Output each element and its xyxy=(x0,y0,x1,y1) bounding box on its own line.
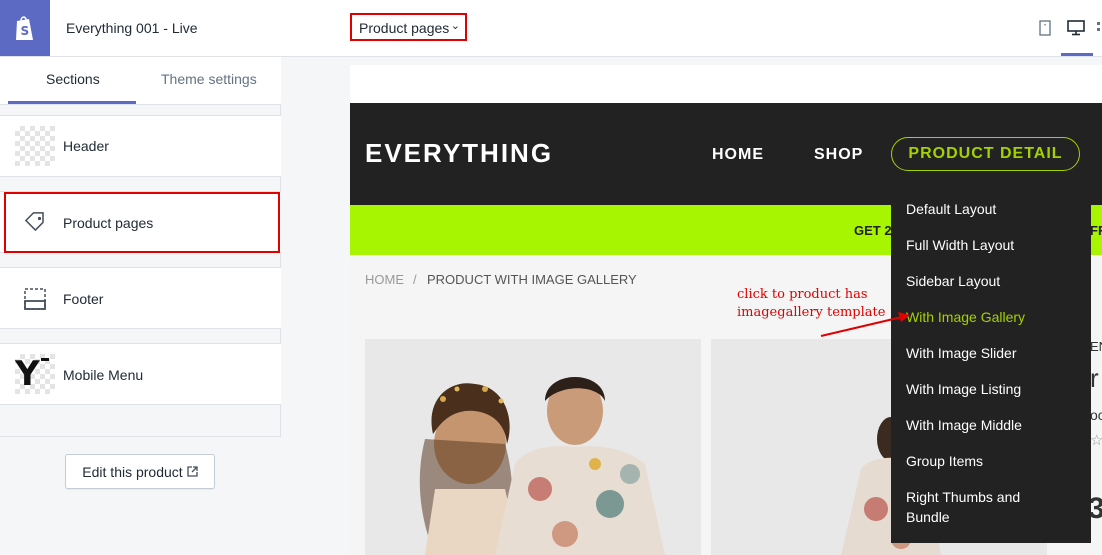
breadcrumb-separator: / xyxy=(413,272,417,287)
section-item-mobile-menu[interactable]: Y Mobile Menu xyxy=(0,343,281,405)
store-header: EVERYTHING HOME SHOP PRODUCT DETAIL xyxy=(350,103,1102,205)
menu-item-full-width-layout[interactable]: Full Width Layout xyxy=(906,235,1014,255)
footer-layout-icon xyxy=(24,288,46,315)
menu-item-with-image-gallery[interactable]: With Image Gallery xyxy=(906,307,1025,327)
annotation-line: click to product has xyxy=(737,287,868,302)
menu-item-sidebar-layout[interactable]: Sidebar Layout xyxy=(906,271,1000,291)
header-thumbnail-icon xyxy=(15,126,55,166)
annotation-arrow-icon xyxy=(820,312,910,337)
editor-sidebar: S Everything 001 - Live Sections Theme s… xyxy=(0,0,281,555)
product-info-fragment: oo xyxy=(1090,407,1102,423)
sidebar-tabs: Sections Theme settings xyxy=(0,57,281,105)
svg-text:S: S xyxy=(21,24,30,38)
section-item-footer[interactable]: Footer xyxy=(0,267,281,329)
section-item-label: Header xyxy=(63,138,109,154)
store-logo[interactable]: EVERYTHING xyxy=(365,138,553,169)
nav-home[interactable]: HOME xyxy=(712,146,764,164)
preview-top-strip xyxy=(350,65,1102,103)
sidebar-header: S Everything 001 - Live xyxy=(0,0,281,57)
shopify-logo-icon[interactable]: S xyxy=(0,0,50,56)
page-selector-label: Product pages xyxy=(359,20,450,36)
section-item-header[interactable]: Header xyxy=(0,115,281,177)
promo-banner-text: GET 2 xyxy=(854,223,892,238)
edit-product-button[interactable]: Edit this product xyxy=(65,454,215,489)
promo-banner-text-right: FR xyxy=(1090,223,1102,238)
page-selector[interactable]: Product pages ⌄ xyxy=(350,13,467,41)
edit-product-label: Edit this product xyxy=(82,463,183,480)
chevron-down-icon: ⌄ xyxy=(450,20,460,32)
section-item-label: Mobile Menu xyxy=(63,367,144,383)
external-link-icon xyxy=(187,464,198,480)
store-name: Everything 001 - Live xyxy=(66,20,198,36)
active-tab-indicator xyxy=(8,101,136,104)
section-item-label: Footer xyxy=(63,291,104,307)
fullscreen-icon[interactable] xyxy=(1097,20,1102,41)
mobile-menu-thumbnail-icon: Y xyxy=(15,354,55,394)
breadcrumb-current: PRODUCT WITH IMAGE GALLERY xyxy=(427,272,637,287)
nav-product-detail[interactable]: PRODUCT DETAIL xyxy=(891,137,1080,171)
menu-item-with-image-listing[interactable]: With Image Listing xyxy=(906,379,1021,399)
mobile-icon[interactable] xyxy=(1039,20,1051,41)
product-image-1[interactable] xyxy=(365,339,701,555)
breadcrumb-home[interactable]: HOME xyxy=(365,272,404,287)
nav-shop[interactable]: SHOP xyxy=(814,146,863,164)
menu-item-with-image-slider[interactable]: With Image Slider xyxy=(906,343,1016,363)
menu-item-with-image-middle[interactable]: With Image Middle xyxy=(906,415,1022,435)
star-icon: ☆ xyxy=(1090,432,1102,449)
product-info-fragment: r xyxy=(1090,363,1099,393)
menu-item-right-thumbs-and-bundle[interactable]: Right Thumbs and xyxy=(906,487,1020,507)
active-device-indicator xyxy=(1061,53,1093,56)
desktop-icon[interactable] xyxy=(1067,20,1085,41)
highlight-box xyxy=(4,192,280,253)
menu-item-group-items[interactable]: Group Items xyxy=(906,451,983,471)
menu-item-right-thumbs-and-bundle-line2[interactable]: Bundle xyxy=(906,507,950,527)
product-detail-dropdown: Default Layout Full Width Layout Sidebar… xyxy=(891,191,1091,543)
tab-sections[interactable]: Sections xyxy=(46,71,100,87)
tab-theme-settings[interactable]: Theme settings xyxy=(161,71,257,87)
menu-item-default-layout[interactable]: Default Layout xyxy=(906,199,996,219)
product-info-fragment: EN xyxy=(1090,339,1102,354)
